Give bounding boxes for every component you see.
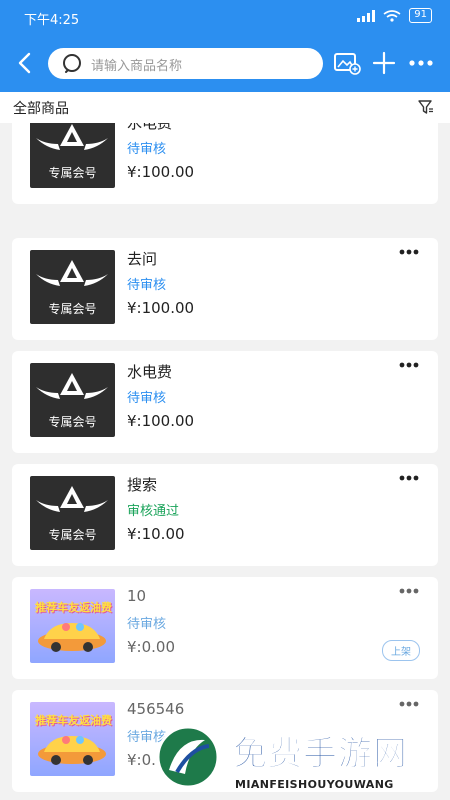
status-time: 下午4:25 (24, 13, 80, 28)
product-status: 审核通过 (127, 504, 180, 519)
wings-logo-icon (36, 486, 108, 512)
product-card[interactable]: 专属会号 搜索 审核通过 ¥:10.00 (12, 464, 438, 566)
product-thumbnail: 专属会号 (30, 250, 115, 324)
product-name: 去问 (127, 250, 158, 268)
watermark-logo-icon (156, 725, 220, 789)
product-name: 10 (127, 587, 147, 605)
thumbnail-label: 专属会号 (48, 415, 97, 429)
product-list: 专属会号 水电费 待审核 ¥:100.00 专属会号 去问 待审核 ¥:100.… (0, 123, 450, 800)
product-thumbnail: 推荐车友返油费 (30, 702, 115, 776)
status-bar: 下午4:25 91 (0, 0, 450, 34)
product-card[interactable]: 专属会号 水电费 待审核 ¥:100.00 (12, 351, 438, 453)
product-price: ¥:100.00 (127, 299, 195, 317)
thumbnail-label: 专属会号 (48, 528, 97, 542)
more-dots-icon[interactable] (398, 700, 420, 708)
filter-bar: 全部商品 (0, 92, 450, 123)
battery-icon: 91 (409, 8, 432, 23)
image-add-icon[interactable] (332, 48, 362, 78)
back-arrow-icon[interactable] (12, 49, 38, 77)
product-name: 水电费 (127, 363, 173, 381)
signal-icon (357, 9, 376, 22)
wings-logo-icon (36, 260, 108, 286)
more-dots-icon[interactable] (398, 248, 420, 256)
watermark-title: 免费手游网 (233, 734, 408, 775)
product-price: ¥:10.00 (127, 525, 185, 543)
filter-icon[interactable] (418, 99, 434, 115)
search-icon (63, 54, 81, 73)
put-on-shelf-button[interactable]: 上架 (382, 640, 420, 661)
more-dots-icon[interactable] (398, 474, 420, 482)
more-dots-icon[interactable] (406, 48, 436, 78)
product-card[interactable]: 专属会号 水电费 待审核 ¥:100.00 (12, 123, 438, 204)
product-thumbnail: 推荐车友返油费 (30, 589, 115, 663)
thumbnail-label: 专属会号 (48, 166, 97, 180)
plus-icon[interactable] (369, 48, 399, 78)
product-price: ¥:0.00 (127, 638, 175, 656)
product-status: 待审核 (127, 617, 167, 632)
product-status: 待审核 (127, 278, 167, 293)
product-thumbnail: 专属会号 (30, 476, 115, 550)
product-card[interactable]: 推荐车友返油费 10 待审核 ¥:0.00 上架 (12, 577, 438, 679)
product-name: 水电费 (127, 123, 173, 132)
thumbnail-label: 推荐车友返油费 (35, 714, 112, 727)
search-placeholder: 请输入商品名称 (91, 59, 183, 74)
all-products-title: 全部商品 (13, 101, 69, 117)
product-card[interactable]: 专属会号 去问 待审核 ¥:100.00 (12, 238, 438, 340)
search-input[interactable]: 请输入商品名称 (48, 48, 323, 79)
wings-logo-icon (36, 124, 108, 150)
more-dots-icon[interactable] (398, 361, 420, 369)
wings-logo-icon (36, 373, 108, 399)
app-bar: 请输入商品名称 (0, 34, 450, 92)
status-icons: 91 (357, 8, 432, 23)
product-thumbnail: 专属会号 (30, 363, 115, 437)
product-price: ¥:100.00 (127, 163, 195, 181)
watermark: 免费手游网 MIANFEISHOUYOUWANG (155, 724, 445, 800)
thumbnail-label: 推荐车友返油费 (35, 601, 112, 614)
product-thumbnail: 专属会号 (30, 123, 115, 188)
wifi-icon (383, 9, 401, 22)
product-status: 待审核 (127, 391, 167, 406)
thumbnail-label: 专属会号 (48, 302, 97, 316)
product-status: 待审核 (127, 142, 167, 157)
product-name: 搜索 (127, 476, 158, 494)
product-name: 456546 (127, 700, 185, 718)
watermark-subtitle: MIANFEISHOUYOUWANG (235, 778, 394, 791)
product-price: ¥:100.00 (127, 412, 195, 430)
more-dots-icon[interactable] (398, 587, 420, 595)
